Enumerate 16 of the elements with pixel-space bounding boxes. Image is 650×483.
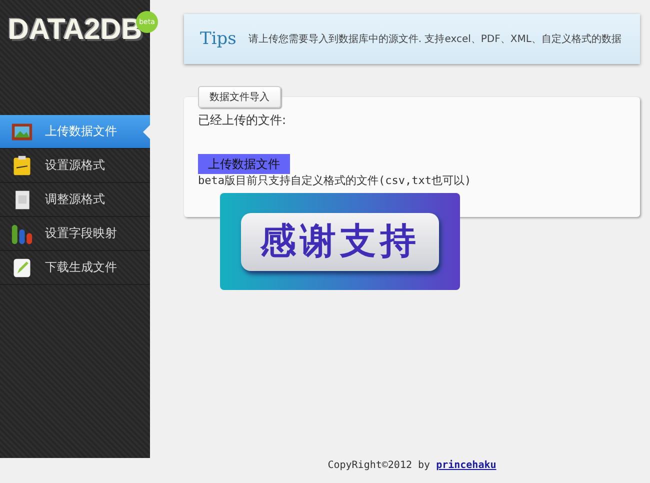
note-icon — [11, 154, 33, 176]
tips-title: Tips — [200, 29, 236, 49]
upload-button[interactable]: 上传数据文件 — [198, 154, 290, 174]
menu-item[interactable]: 下载生成文件 — [0, 251, 150, 285]
note-text: beta版目前只支持自定义格式的文件(csv,txt也可以) — [198, 174, 472, 187]
thanks-text: 感谢支持 — [241, 212, 439, 270]
uploaded-files-label: 已经上传的文件: — [198, 112, 288, 129]
pencil-icon — [11, 256, 33, 278]
import-tab[interactable]: 数据文件导入 — [198, 86, 281, 108]
tips-text: 请上传您需要导入到数据库中的源文件. 支持excel、PDF、XML、自定义格式的数据 — [248, 32, 622, 46]
menu-item[interactable]: 调整源格式 — [0, 183, 150, 217]
bars-icon — [11, 222, 33, 244]
copyright-text: CopyRight©2012 by — [328, 460, 430, 471]
author-link[interactable]: princehaku — [436, 460, 496, 471]
menu-item[interactable]: 设置源格式 — [0, 149, 150, 183]
menu-item[interactable]: 设置字段映射 — [0, 217, 150, 251]
